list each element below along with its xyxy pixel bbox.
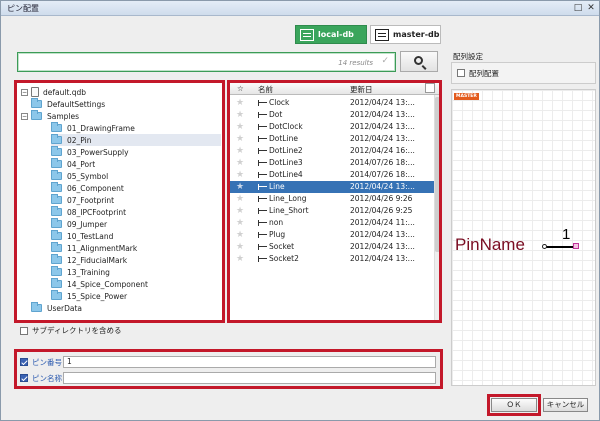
highlight-box-fields: [14, 349, 443, 389]
include-subdirectories-label: サブディレクトリを含める: [32, 326, 122, 335]
cancel-button[interactable]: キャンセル: [543, 398, 588, 412]
include-subdirectories[interactable]: サブディレクトリを含める: [20, 325, 121, 336]
master-badge: MASTER: [454, 93, 479, 100]
preview-pin-number: 1: [562, 226, 571, 243]
search-button[interactable]: [400, 51, 438, 72]
array-settings-label: 配列設定: [453, 52, 483, 61]
check-icon: ✓: [381, 56, 389, 66]
local-db-button[interactable]: local-db: [295, 25, 367, 44]
search-input[interactable]: 14 results ✓: [17, 52, 396, 72]
maximize-icon[interactable]: □: [572, 2, 584, 14]
array-settings-box: 配列配置: [451, 62, 596, 84]
symbol-preview: MASTER PinName 1: [451, 89, 596, 386]
database-icon: [300, 28, 314, 41]
array-placement-label: 配列配置: [469, 68, 499, 78]
pin-endpoint-marker: [573, 243, 579, 249]
master-db-label: master-db: [393, 30, 440, 39]
highlight-box-ok: [487, 394, 541, 416]
search-icon: [414, 56, 423, 65]
pin-origin-marker: [542, 244, 547, 249]
local-db-label: local-db: [318, 30, 354, 39]
array-placement-checkbox[interactable]: [457, 69, 465, 77]
title-bar: ピン配置 □ ✕: [1, 1, 599, 16]
highlight-box-list: [227, 80, 442, 323]
master-db-button[interactable]: master-db: [370, 25, 441, 44]
pin-placement-dialog: ピン配置 □ ✕ local-db master-db 14 results ✓…: [0, 0, 600, 421]
highlight-box-tree: [14, 80, 225, 323]
window-title: ピン配置: [7, 4, 39, 13]
close-icon[interactable]: ✕: [585, 2, 597, 14]
include-subdirectories-checkbox[interactable]: [20, 326, 28, 335]
database-icon: [375, 28, 389, 41]
search-result-count: 14 results: [338, 59, 373, 67]
preview-pin-name: PinName: [455, 235, 525, 254]
pin-line-shape: [545, 246, 576, 248]
